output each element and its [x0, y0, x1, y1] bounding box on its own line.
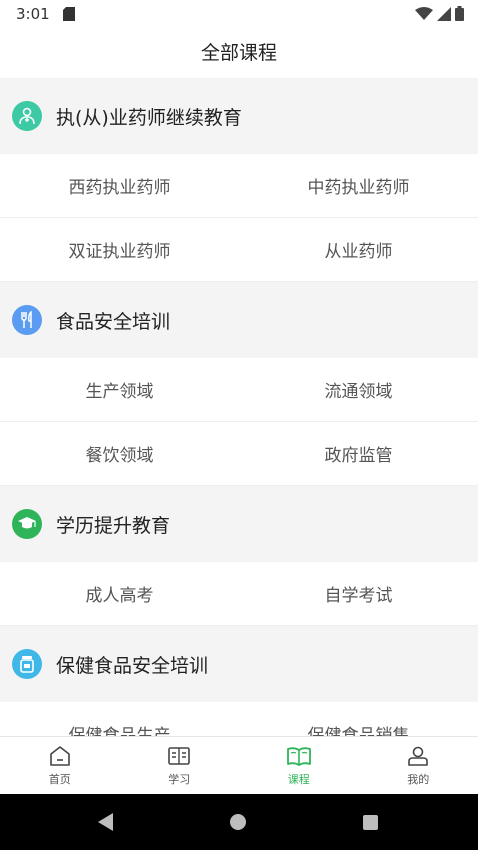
category-header[interactable]: 保健食品安全培训 [0, 626, 478, 702]
graduation-cap-icon [12, 509, 42, 539]
signal-icon [437, 6, 451, 21]
tab-label: 首页 [48, 773, 71, 786]
tab-mine[interactable]: 我的 [359, 737, 478, 794]
status-icons [415, 6, 464, 21]
category-title: 保健食品安全培训 [56, 654, 209, 677]
status-time: 3:01 [16, 5, 50, 23]
course-row: 保健食品生产 保健食品销售 [0, 702, 478, 736]
wifi-icon [415, 6, 433, 20]
fork-knife-icon [12, 305, 42, 335]
tab-label: 课程 [287, 773, 310, 786]
course-item[interactable]: 从业药师 [239, 218, 478, 281]
course-item[interactable]: 政府监管 [239, 422, 478, 485]
back-icon[interactable] [96, 812, 114, 832]
bottom-tab-bar: 首页 学习 课程 我的 [0, 736, 478, 794]
tab-courses[interactable]: 课程 [239, 737, 359, 794]
course-row: 西药执业药师 中药执业药师 [0, 154, 478, 218]
course-item[interactable]: 中药执业药师 [239, 154, 478, 217]
course-item[interactable]: 自学考试 [239, 562, 478, 625]
home-icon [49, 746, 70, 766]
tab-home[interactable]: 首页 [0, 737, 120, 794]
course-item[interactable]: 流通领域 [239, 358, 478, 421]
course-item[interactable]: 保健食品销售 [239, 702, 478, 736]
tab-label: 学习 [168, 773, 191, 786]
course-row: 生产领域 流通领域 [0, 358, 478, 422]
category-title: 学历提升教育 [56, 514, 171, 537]
profile-icon [408, 746, 429, 766]
category-title: 食品安全培训 [56, 310, 171, 333]
course-item[interactable]: 保健食品生产 [0, 702, 239, 736]
course-item[interactable]: 双证执业药师 [0, 218, 239, 281]
category-header[interactable]: 执(从)业药师继续教育 [0, 78, 478, 154]
course-item[interactable]: 西药执业药师 [0, 154, 239, 217]
category-header[interactable]: 食品安全培训 [0, 282, 478, 358]
tab-study[interactable]: 学习 [120, 737, 240, 794]
category-title: 执(从)业药师继续教育 [56, 106, 242, 129]
sd-card-icon [63, 7, 75, 21]
course-row: 餐饮领域 政府监管 [0, 422, 478, 486]
course-item[interactable]: 生产领域 [0, 358, 239, 421]
status-bar: 3:01 [0, 0, 478, 30]
course-item[interactable]: 餐饮领域 [0, 422, 239, 485]
page-title: 全部课程 [200, 42, 277, 64]
home-button[interactable] [230, 814, 246, 830]
health-jar-icon [12, 649, 42, 679]
title-bar: 全部课程 [0, 30, 478, 78]
course-row: 双证执业药师 从业药师 [0, 218, 478, 282]
course-list[interactable]: 执(从)业药师继续教育 西药执业药师 中药执业药师 双证执业药师 从业药师 食品… [0, 78, 478, 736]
course-item[interactable]: 成人高考 [0, 562, 239, 625]
recent-apps-button[interactable] [363, 815, 378, 830]
battery-icon [455, 6, 464, 21]
pharmacist-icon [12, 101, 42, 131]
system-nav-bar [0, 794, 478, 850]
tab-label: 我的 [407, 773, 430, 786]
course-row: 成人高考 自学考试 [0, 562, 478, 626]
book-icon [168, 747, 191, 765]
open-book-icon [286, 747, 311, 766]
category-header[interactable]: 学历提升教育 [0, 486, 478, 562]
